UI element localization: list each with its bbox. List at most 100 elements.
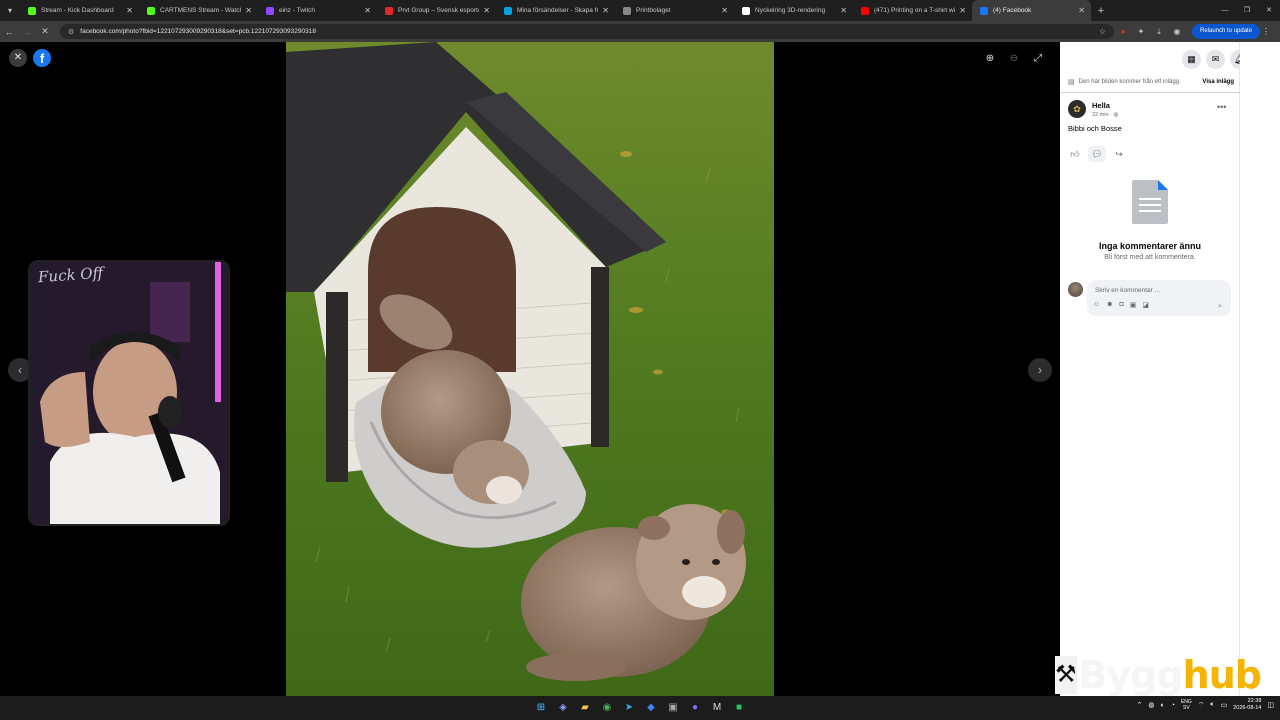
tab-close-icon[interactable]: ✕	[364, 6, 371, 15]
volume-icon[interactable]: 🔈︎	[1210, 701, 1214, 709]
tray-app-icon[interactable]: ◍	[1148, 701, 1154, 709]
post-header: ✿ Hella 22 min · ◍	[1068, 100, 1118, 118]
browser-tab[interactable]: (471) Printing on a T-shirt with ✕	[853, 0, 972, 21]
view-post-link[interactable]: Visa inlägg	[1202, 79, 1234, 85]
post-side-panel: ▦ ✉ 🔔︎ 1 ▤ Den här bilden kommer från et…	[1060, 42, 1273, 696]
clock[interactable]: 22:38 2026-08-14	[1233, 698, 1261, 712]
browser-tab[interactable]: Printbolaget ✕	[615, 0, 734, 21]
tab-favicon-icon	[385, 6, 393, 15]
file-explorer-icon[interactable]: ▰	[576, 699, 594, 717]
windows-taskbar: ⊞ ◈ ▰ ◉ ➤ ◆ ▣ ● M ■ ⌃ ◍ ◐ ◔ ENG SV ⌔ 🔈︎ ▭…	[0, 696, 1280, 720]
tray-app3-icon[interactable]: ◔	[1171, 702, 1175, 709]
site-info-icon[interactable]: ⚙	[68, 28, 74, 36]
browser-tab[interactable]: Mina försändelser - Skapa frakt ✕	[496, 0, 615, 21]
post-photo[interactable]	[286, 42, 774, 696]
tab-close-icon[interactable]: ✕	[126, 6, 133, 15]
close-icon[interactable]: ✕	[9, 49, 27, 67]
browser-tab[interactable]: Prvt Group – Svensk esportorg ✕	[377, 0, 496, 21]
start-menu-icon[interactable]: ⊞	[532, 699, 550, 717]
tab-favicon-icon	[742, 6, 750, 15]
back-icon[interactable]: ←	[0, 27, 18, 37]
tab-search-icon[interactable]: ▾	[0, 0, 20, 21]
browser-tab[interactable]: Stream - Kick Dashboard ✕	[20, 0, 139, 21]
profile-icon[interactable]: ◉	[1168, 27, 1186, 36]
language-indicator[interactable]: ENG SV	[1181, 699, 1192, 711]
battery-icon[interactable]: ▭	[1221, 701, 1228, 709]
comment-composer: Skriv en kommentar ... ☺ ☻ ◘ ▣ ◪ ➤	[1068, 280, 1231, 316]
downloads-icon[interactable]: ⤓	[1150, 27, 1168, 37]
tab-close-icon[interactable]: ✕	[840, 6, 847, 15]
author-avatar[interactable]: ✿	[1068, 100, 1086, 118]
stop-loading-icon[interactable]: ✕	[36, 26, 54, 37]
post-author[interactable]: Hella	[1092, 101, 1118, 110]
sticker-icon[interactable]: ◪	[1142, 301, 1149, 309]
adblock-extension-icon[interactable]: ●	[1114, 27, 1132, 36]
browser-menu-icon[interactable]: ⋮	[1260, 27, 1272, 36]
tab-title: einz - Twitch	[279, 7, 316, 14]
tray-app2-icon[interactable]: ◐	[1161, 702, 1165, 709]
copilot-icon[interactable]: ◈	[554, 699, 572, 717]
gif-icon[interactable]: ▣	[1130, 301, 1137, 309]
emoji-icon[interactable]: ☻	[1106, 301, 1113, 309]
browser-tab[interactable]: (4) Facebook ✕	[972, 0, 1091, 21]
tab-close-icon[interactable]: ✕	[245, 6, 252, 15]
zoom-out-icon[interactable]: ⊖	[1002, 53, 1026, 64]
tab-close-icon[interactable]: ✕	[721, 6, 728, 15]
address-bar[interactable]: ⚙ facebook.com/photo?fbid=12210729300929…	[60, 24, 1114, 39]
messenger-icon[interactable]: ✉	[1206, 50, 1225, 69]
commenter-avatar	[1068, 282, 1083, 297]
fullscreen-icon[interactable]: ⤢	[1026, 53, 1050, 64]
app-green-icon[interactable]: ■	[730, 699, 748, 717]
relaunch-button[interactable]: Relaunch to update	[1192, 24, 1261, 39]
tab-title: Prvt Group – Svensk esportorg	[398, 7, 480, 14]
facebook-logo-icon[interactable]: f	[33, 49, 51, 67]
tab-favicon-icon	[980, 6, 988, 15]
tab-close-icon[interactable]: ✕	[959, 6, 966, 15]
no-comments-subtitle: Bli först med att kommentera.	[1104, 254, 1196, 261]
discord-icon[interactable]: ●	[686, 699, 704, 717]
comment-placeholder: Skriv en kommentar ...	[1095, 287, 1161, 294]
tab-title: (4) Facebook	[993, 7, 1032, 14]
next-photo-button[interactable]: ›	[1028, 358, 1052, 382]
camera-icon[interactable]: ◘	[1120, 301, 1124, 309]
tab-favicon-icon	[147, 6, 155, 15]
close-window-icon[interactable]: ✕	[1258, 0, 1280, 21]
app-blue-icon[interactable]: ◆	[642, 699, 660, 717]
tab-close-icon[interactable]: ✕	[483, 6, 490, 15]
forward-icon[interactable]: →	[18, 27, 36, 37]
browser-tab[interactable]: CARTMENS Stream - Watch Live✕	[139, 0, 258, 21]
extensions-icon[interactable]: ✦	[1132, 27, 1150, 36]
menu-grid-icon[interactable]: ▦	[1182, 50, 1201, 69]
send-icon[interactable]: ➤	[1217, 302, 1223, 310]
chrome-icon[interactable]: ◉	[598, 699, 616, 717]
bookmark-star-icon[interactable]: ☆	[1099, 27, 1106, 36]
tray-chevron-icon[interactable]: ⌃	[1137, 701, 1143, 709]
no-comments-title: Inga kommentarer ännu	[1098, 241, 1202, 251]
tab-favicon-icon	[623, 6, 631, 15]
post-timestamp[interactable]: 22 min · ◍	[1092, 112, 1118, 118]
browser-tab[interactable]: einz - Twitch ✕	[258, 0, 377, 21]
tab-close-icon[interactable]: ✕	[1078, 6, 1085, 15]
comment-icon[interactable]: 💬︎	[1088, 146, 1106, 162]
share-icon[interactable]: ↪	[1110, 146, 1128, 162]
wifi-icon[interactable]: ⌔	[1198, 701, 1205, 710]
app-m-icon[interactable]: M	[708, 699, 726, 717]
new-tab-button[interactable]: +	[1091, 5, 1111, 17]
maximize-icon[interactable]: ❐	[1236, 0, 1258, 21]
post-options-icon[interactable]: •••	[1217, 102, 1226, 112]
comment-tools: ☺ ☻ ◘ ▣ ◪	[1093, 301, 1149, 309]
zoom-in-icon[interactable]: ⊕	[978, 53, 1002, 64]
comment-input[interactable]: Skriv en kommentar ... ☺ ☻ ◘ ▣ ◪ ➤	[1087, 280, 1231, 316]
browser-tab[interactable]: Nyckelring 3D-rendering ✕	[734, 0, 853, 21]
previous-photo-button[interactable]: ‹	[8, 358, 32, 382]
like-icon[interactable]: 👍︎	[1066, 146, 1084, 162]
tab-favicon-icon	[504, 6, 512, 15]
panel-scroll-area[interactable]	[1240, 42, 1280, 696]
avatar-sticker-icon[interactable]: ☺	[1093, 301, 1100, 309]
tab-close-icon[interactable]: ✕	[602, 6, 609, 15]
app-window-icon[interactable]: ▣	[664, 699, 682, 717]
notification-center-icon[interactable]: ◫	[1267, 701, 1274, 709]
post-caption: Bibbi och Bosse	[1068, 124, 1122, 133]
telegram-icon[interactable]: ➤	[620, 699, 638, 717]
minimize-icon[interactable]: —	[1214, 0, 1236, 21]
